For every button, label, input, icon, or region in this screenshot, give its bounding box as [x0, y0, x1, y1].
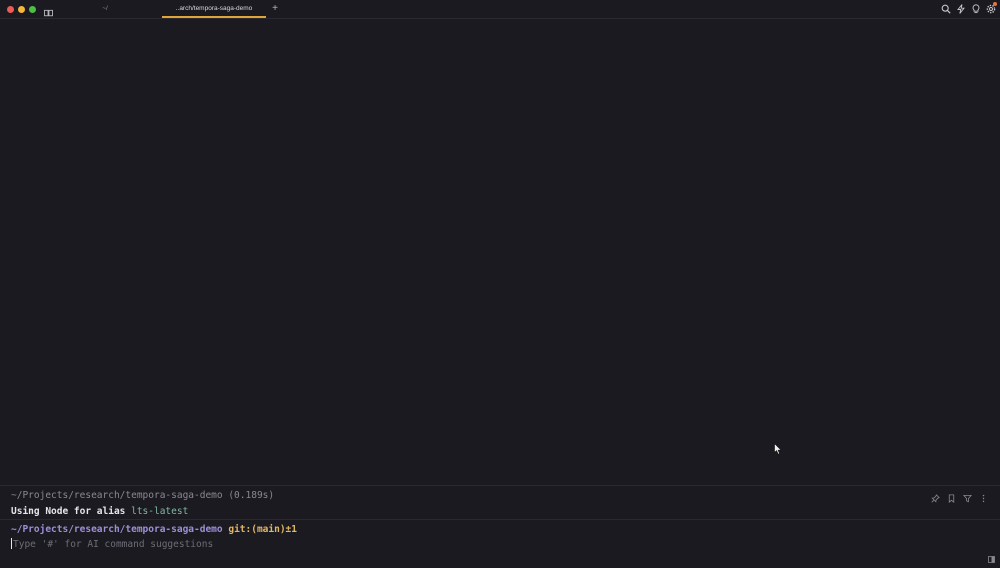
- command-input[interactable]: Type '#' for AI command suggestions: [11, 538, 971, 551]
- tab-overview-icon[interactable]: [44, 5, 53, 17]
- output-alias: lts-latest: [131, 506, 189, 517]
- title-bar: ~/ ..arch/tempora-saga-demo +: [0, 0, 1000, 19]
- text-cursor: [11, 538, 12, 549]
- bookmark-icon[interactable]: [947, 490, 956, 503]
- lightbulb-icon[interactable]: [971, 3, 981, 15]
- shell-prompt: ~/Projects/research/tempora-saga-demo gi…: [11, 523, 297, 536]
- tab-label: ~/: [102, 5, 108, 12]
- close-window-button[interactable]: [7, 6, 14, 13]
- notification-dot: [993, 2, 997, 6]
- prompt-git-status: git:(main)±1: [228, 524, 297, 535]
- minimize-window-button[interactable]: [18, 6, 25, 13]
- pin-icon[interactable]: [931, 490, 940, 503]
- tab-label: ..arch/tempora-saga-demo: [175, 5, 253, 12]
- maximize-window-button[interactable]: [29, 6, 36, 13]
- lightning-icon[interactable]: [956, 3, 966, 15]
- tab-home[interactable]: ~/: [70, 0, 140, 18]
- active-tab-indicator: [162, 16, 266, 18]
- block-output-line: Using Node for alias lts-latest: [11, 505, 911, 518]
- more-options-icon[interactable]: [979, 490, 988, 503]
- filter-icon[interactable]: [963, 490, 972, 503]
- mouse-cursor-icon: [774, 442, 782, 455]
- input-placeholder: Type '#' for AI command suggestions: [13, 539, 214, 550]
- settings-gear-icon[interactable]: [986, 2, 997, 15]
- terminal-output-area[interactable]: [0, 19, 1000, 485]
- search-icon[interactable]: [941, 3, 951, 15]
- block-command-line: ~/Projects/research/tempora-saga-demo (0…: [11, 490, 275, 501]
- new-tab-button[interactable]: +: [270, 2, 280, 16]
- prompt-path: ~/Projects/research/tempora-saga-demo: [11, 524, 223, 535]
- block-divider: [0, 485, 1000, 486]
- command-block[interactable]: ~/Projects/research/tempora-saga-demo (0…: [11, 489, 911, 518]
- output-text: Using Node for alias: [11, 506, 132, 517]
- panel-toggle-icon[interactable]: [988, 550, 995, 563]
- prompt-divider: [0, 519, 1000, 520]
- tab-tempora-saga-demo[interactable]: ..arch/tempora-saga-demo: [162, 0, 266, 18]
